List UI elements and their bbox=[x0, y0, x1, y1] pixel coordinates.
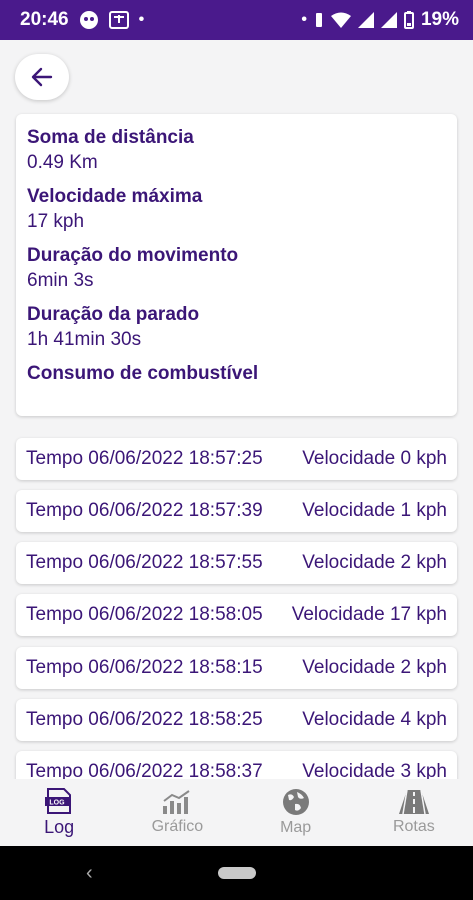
log-row[interactable]: Tempo 06/06/2022 18:57:39 Velocidade 1 k… bbox=[16, 490, 457, 532]
summary-card: Soma de distância 0.49 Km Velocidade máx… bbox=[16, 114, 457, 416]
nav-map[interactable]: Map bbox=[237, 779, 355, 846]
signal-icon bbox=[380, 12, 397, 28]
nav-rotas[interactable]: Rotas bbox=[355, 779, 473, 846]
summary-label: Velocidade máxima bbox=[27, 186, 203, 207]
log-speed: Velocidade 17 kph bbox=[291, 604, 447, 626]
nav-label: Log bbox=[44, 816, 75, 837]
fuel-consumption: Consumo de combustível bbox=[27, 362, 446, 386]
log-speed: Velocidade 2 kph bbox=[302, 657, 447, 679]
log-row[interactable]: Tempo 06/06/2022 18:57:25 Velocidade 0 k… bbox=[16, 438, 457, 480]
notification-dot-icon: • bbox=[138, 11, 145, 28]
nav-label: Map bbox=[280, 819, 312, 836]
log-row[interactable]: Tempo 06/06/2022 18:57:55 Velocidade 2 k… bbox=[16, 542, 457, 584]
nav-grafico[interactable]: Gráfico bbox=[118, 779, 236, 846]
log-time: Tempo 06/06/2022 18:58:15 bbox=[26, 657, 263, 678]
translate-icon bbox=[108, 11, 129, 29]
battery-percentage: 19% bbox=[420, 9, 459, 30]
summary-label: Soma de distância bbox=[27, 127, 194, 148]
distance-sum: Soma de distância 0.49 Km bbox=[27, 126, 446, 176]
log-speed: Velocidade 2 kph bbox=[302, 552, 447, 574]
log-time: Tempo 06/06/2022 18:58:05 bbox=[26, 604, 263, 625]
log-row[interactable]: Tempo 06/06/2022 18:58:05 Velocidade 17 … bbox=[16, 594, 457, 636]
log-row[interactable]: Tempo 06/06/2022 18:58:15 Velocidade 2 k… bbox=[16, 647, 457, 689]
arrow-left-icon bbox=[30, 65, 54, 89]
app-notification-icon bbox=[79, 10, 99, 30]
globe-icon bbox=[282, 788, 310, 816]
summary-value: 1h 41min 30s bbox=[27, 329, 142, 350]
system-back-icon[interactable]: ‹ bbox=[86, 862, 93, 885]
log-speed: Velocidade 4 kph bbox=[302, 709, 447, 731]
summary-value: 0.49 Km bbox=[27, 152, 98, 173]
system-navigation-bar: ‹ bbox=[0, 846, 473, 900]
stopped-duration: Duração da parado 1h 41min 30s bbox=[27, 303, 446, 353]
vibrate-icon bbox=[314, 11, 324, 29]
log-time: Tempo 06/06/2022 18:57:39 bbox=[26, 500, 263, 521]
log-icon: LOG bbox=[44, 787, 74, 814]
nav-log[interactable]: LOG Log bbox=[0, 779, 118, 846]
summary-label: Duração da parado bbox=[27, 304, 200, 325]
log-speed: Velocidade 1 kph bbox=[302, 500, 447, 522]
moving-duration: Duração do movimento 6min 3s bbox=[27, 244, 446, 294]
notification-dot-icon: • bbox=[301, 11, 307, 28]
wifi-icon bbox=[330, 12, 351, 28]
signal-icon bbox=[357, 12, 374, 28]
status-bar: 20:46 • • 19% bbox=[0, 0, 473, 40]
log-row[interactable]: Tempo 06/06/2022 18:58:25 Velocidade 4 k… bbox=[16, 699, 457, 741]
svg-text:LOG: LOG bbox=[50, 799, 66, 806]
chart-icon bbox=[161, 789, 193, 815]
nav-label: Gráfico bbox=[151, 818, 204, 835]
log-time: Tempo 06/06/2022 18:57:25 bbox=[26, 448, 263, 469]
nav-label: Rotas bbox=[392, 818, 435, 835]
log-speed: Velocidade 0 kph bbox=[302, 448, 447, 470]
summary-label: Consumo de combustível bbox=[27, 363, 259, 384]
summary-value: 6min 3s bbox=[27, 270, 94, 291]
road-icon bbox=[398, 789, 430, 815]
log-time: Tempo 06/06/2022 18:57:55 bbox=[26, 552, 263, 573]
summary-value: 17 kph bbox=[27, 211, 85, 232]
system-home-pill[interactable] bbox=[218, 867, 256, 879]
summary-label: Duração do movimento bbox=[27, 245, 239, 266]
back-button[interactable] bbox=[15, 54, 69, 100]
log-time: Tempo 06/06/2022 18:58:25 bbox=[26, 709, 263, 730]
status-time: 20:46 bbox=[20, 9, 69, 30]
battery-icon bbox=[403, 11, 414, 29]
bottom-navigation: LOG Log Gráfico Map Rotas bbox=[0, 779, 473, 846]
max-speed: Velocidade máxima 17 kph bbox=[27, 185, 446, 235]
